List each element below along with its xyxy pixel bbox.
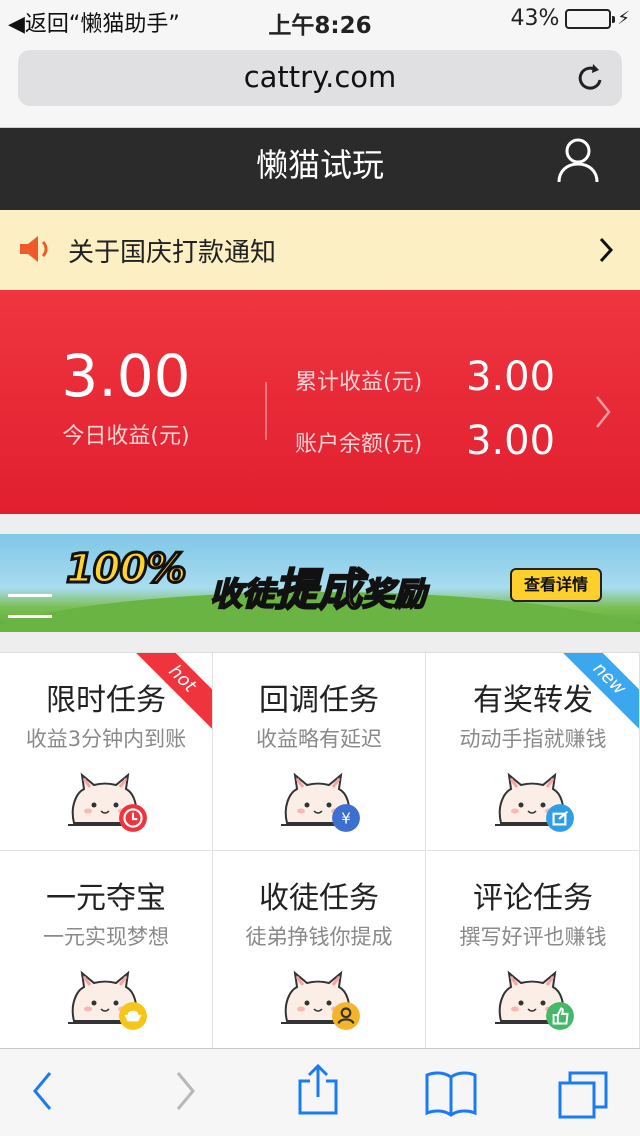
task-subtitle: 一元实现梦想 [43,925,169,949]
view-details-button[interactable]: 查看详情 [510,568,602,602]
task-subtitle: 撰写好评也赚钱 [459,925,607,949]
task-title[interactable]: 一元夺宝 [0,873,212,917]
battery-indicator: 43% ⚡ [510,6,630,31]
task-subtitle: 收益3分钟内到账 [25,727,187,751]
task-card[interactable]: 一元夺宝 一元实现梦想 [0,851,213,1049]
banner-text-b: 提成 [273,564,363,617]
browser-address-area: cattry.com [0,40,640,128]
banner-percent: 100% [65,545,189,594]
browser-toolbar [0,1048,640,1136]
battery-icon [565,8,616,29]
banner-text-a: 收徒 [209,574,275,614]
balance-label: 账户余额(元) [295,432,423,457]
speaker-icon [18,232,54,270]
reload-icon[interactable] [576,60,606,98]
page-title: 懒猫试玩 [255,146,384,184]
svg-text:¥: ¥ [341,809,351,827]
app-header: 懒猫试玩 [0,128,640,210]
chevron-right-icon[interactable] [594,394,612,434]
person-icon [331,1001,361,1035]
url-text[interactable]: cattry.com [18,60,622,94]
ingot-icon [118,1001,148,1035]
task-subtitle: 收益略有延迟 [256,727,382,751]
task-title[interactable]: 有奖转发 [427,675,639,719]
user-icon[interactable] [556,136,600,188]
clock-icon [118,803,148,837]
battery-percent: 43% [510,6,560,31]
chevron-right-icon[interactable] [598,236,614,268]
address-bar[interactable]: cattry.com [18,50,622,106]
task-subtitle: 徒弟挣钱你提成 [245,925,393,949]
task-card[interactable]: 收徒任务 徒弟挣钱你提成 [213,851,426,1049]
earnings-panel[interactable]: 3.00 今日收益(元) 累计收益(元) 3.00 账户余额(元) 3.00 [0,290,640,514]
today-earnings-label: 今日收益(元) [62,424,190,449]
task-subtitle: 动动手指就赚钱 [459,727,607,751]
tabs-icon[interactable] [556,1069,610,1125]
task-title[interactable]: 评论任务 [427,873,639,917]
total-earnings-value: 3.00 [466,354,556,400]
banner-text-c: 奖励 [361,574,427,614]
today-earnings-value: 3.00 [61,342,191,410]
back-icon[interactable] [30,1069,56,1117]
status-bar: ◀返回“懒猫助手” 上午8:26 43% ⚡ [0,0,640,40]
task-grid: hot 限时任务 收益3分钟内到账 回调任务 收益略有延迟 ¥ new 有奖转发… [0,652,640,1049]
forward-icon[interactable] [172,1069,198,1117]
share-icon [545,803,575,837]
total-earnings-label: 累计收益(元) [295,370,423,395]
earnings-divider [265,382,267,440]
task-card[interactable]: 回调任务 收益略有延迟 ¥ [213,653,426,851]
share-icon[interactable] [296,1063,340,1121]
bookmarks-icon[interactable] [424,1069,478,1121]
thumbs-up-icon [545,1001,575,1035]
task-title[interactable]: 限时任务 [0,675,212,719]
yen-icon: ¥ [331,803,361,837]
task-card[interactable]: new 有奖转发 动动手指就赚钱 [427,653,640,851]
task-title[interactable]: 收徒任务 [213,873,425,917]
promo-banner[interactable]: 100% 收徒提成奖励 查看详情 [0,534,640,632]
task-title[interactable]: 回调任务 [213,675,425,719]
balance-value: 3.00 [466,418,556,464]
fence-decoration [8,594,52,618]
task-card[interactable]: hot 限时任务 收益3分钟内到账 [0,653,213,851]
banner-headline: 收徒提成奖励 [209,554,427,618]
task-card[interactable]: 评论任务 撰写好评也赚钱 [427,851,640,1049]
notice-text[interactable]: 关于国庆打款通知 [68,232,276,269]
notice-bar[interactable]: 关于国庆打款通知 [0,210,640,290]
charging-icon: ⚡ [617,8,630,29]
